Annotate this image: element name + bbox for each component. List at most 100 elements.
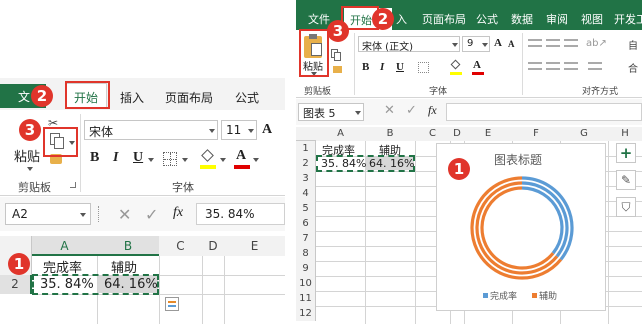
column-header-e[interactable]: E bbox=[464, 127, 512, 141]
row-header-2[interactable]: 2 bbox=[296, 156, 316, 171]
insert-function-icon[interactable]: fx bbox=[428, 103, 437, 118]
row-header-12[interactable]: 12 bbox=[296, 306, 316, 321]
tab-formulas[interactable]: 公式 bbox=[235, 89, 259, 106]
font-color-dropdown-icon[interactable] bbox=[253, 158, 259, 162]
borders-dropdown-icon[interactable] bbox=[182, 158, 188, 162]
row-header-1[interactable]: 1 bbox=[296, 141, 316, 156]
row-header-2[interactable]: 2 bbox=[0, 275, 32, 294]
borders-icon[interactable] bbox=[418, 62, 429, 73]
doughnut-segment-s2-1[interactable] bbox=[480, 186, 555, 270]
row-header-3[interactable]: 3 bbox=[296, 171, 316, 186]
fill-color-icon[interactable] bbox=[450, 59, 462, 76]
cancel-icon[interactable]: ✕ bbox=[118, 205, 131, 224]
font-size-select[interactable]: 9 bbox=[462, 36, 490, 52]
row-header-9[interactable]: 9 bbox=[296, 261, 316, 276]
name-box[interactable]: A2 bbox=[5, 203, 91, 225]
shrink-font-button[interactable]: A bbox=[508, 39, 515, 49]
tab-page-layout[interactable]: 页面布局 bbox=[165, 89, 213, 106]
file-tab[interactable]: 文件 bbox=[308, 11, 330, 27]
legend-marker-0 bbox=[483, 293, 488, 298]
clipboard-launcher-icon[interactable] bbox=[70, 182, 76, 188]
paste-button[interactable]: 粘贴 bbox=[14, 146, 40, 165]
enter-icon[interactable]: ✓ bbox=[406, 103, 417, 118]
column-header-b[interactable]: B bbox=[365, 127, 415, 141]
italic-button[interactable]: I bbox=[113, 150, 118, 166]
font-size-select[interactable]: 11 bbox=[221, 120, 257, 140]
tab-data[interactable]: 数据 bbox=[511, 11, 533, 27]
copy-icon[interactable] bbox=[331, 49, 343, 61]
column-header-a[interactable]: A bbox=[32, 236, 97, 256]
row-header-8[interactable]: 8 bbox=[296, 246, 316, 261]
font-name-select[interactable]: 宋体 (正文) bbox=[358, 36, 460, 53]
formula-input[interactable] bbox=[446, 103, 642, 121]
tab-page-layout[interactable]: 页面布局 bbox=[422, 11, 466, 27]
tab-view[interactable]: 视图 bbox=[581, 11, 603, 27]
underline-button[interactable]: U bbox=[396, 61, 404, 73]
column-label: D bbox=[453, 128, 461, 139]
align-left-icon[interactable] bbox=[528, 62, 542, 70]
formula-input-value: 35. 84% bbox=[205, 207, 255, 221]
column-header-h[interactable]: H bbox=[608, 127, 642, 141]
highlight-home-tab bbox=[65, 81, 110, 109]
row-header-11[interactable]: 11 bbox=[296, 291, 316, 306]
align-middle-icon[interactable] bbox=[546, 39, 560, 47]
column-header-f[interactable]: F bbox=[512, 127, 560, 141]
chart-elements-button[interactable]: + bbox=[616, 143, 636, 163]
font-color-button[interactable]: A bbox=[234, 148, 250, 170]
align-center-icon[interactable] bbox=[546, 62, 560, 70]
insert-function-icon[interactable]: fx bbox=[173, 205, 183, 221]
column-header-a[interactable]: A bbox=[316, 127, 365, 141]
underline-button[interactable]: U bbox=[133, 150, 143, 166]
formula-input[interactable]: 35. 84% bbox=[196, 203, 285, 225]
plus-icon: + bbox=[619, 144, 633, 162]
bold-button[interactable]: B bbox=[362, 61, 369, 73]
grow-font-button[interactable]: A bbox=[494, 37, 502, 49]
bold-button[interactable]: B bbox=[90, 150, 99, 166]
font-name-select[interactable]: 宋体 bbox=[84, 120, 218, 140]
column-header-e[interactable]: E bbox=[224, 236, 285, 256]
quick-analysis-icon[interactable] bbox=[165, 297, 179, 311]
legend[interactable]: 完成率 辅助 bbox=[477, 289, 587, 303]
align-right-icon[interactable] bbox=[564, 62, 578, 70]
fill-color-dropdown-icon[interactable] bbox=[220, 158, 226, 162]
font-color-button[interactable]: A bbox=[472, 59, 484, 76]
italic-button[interactable]: I bbox=[380, 61, 384, 73]
tab-formulas[interactable]: 公式 bbox=[476, 11, 498, 27]
borders-icon[interactable] bbox=[163, 152, 177, 166]
column-header-d[interactable]: D bbox=[202, 236, 224, 256]
enter-icon[interactable]: ✓ bbox=[145, 205, 158, 224]
column-header-c[interactable]: C bbox=[159, 236, 202, 256]
fill-color-icon[interactable] bbox=[200, 149, 216, 170]
row-header-4[interactable]: 4 bbox=[296, 186, 316, 201]
indent-icon[interactable] bbox=[588, 62, 602, 70]
chart-styles-button[interactable]: ✎ bbox=[616, 170, 636, 190]
name-box[interactable]: 图表 5 bbox=[298, 103, 364, 121]
column-header-g[interactable]: G bbox=[560, 127, 608, 141]
paste-dropdown-icon[interactable] bbox=[27, 167, 33, 171]
orientation-icon[interactable]: ab↗ bbox=[586, 38, 607, 49]
chart-filters-button[interactable]: ⛉ bbox=[616, 197, 636, 217]
callout-1: 1 bbox=[448, 158, 470, 180]
column-header-b[interactable]: B bbox=[97, 236, 159, 256]
column-header-c[interactable]: C bbox=[415, 127, 450, 141]
row-header-10[interactable]: 10 bbox=[296, 276, 316, 291]
grow-font-button[interactable]: A bbox=[262, 122, 272, 138]
merge-center-button[interactable]: 合 bbox=[628, 60, 638, 75]
row-header-7[interactable]: 7 bbox=[296, 231, 316, 246]
column-label: A bbox=[60, 239, 69, 253]
row-header-6[interactable]: 6 bbox=[296, 216, 316, 231]
wrap-text-button[interactable]: 自 bbox=[628, 37, 638, 52]
tab-review[interactable]: 审阅 bbox=[546, 11, 568, 27]
cancel-icon[interactable]: ✕ bbox=[384, 103, 395, 118]
tab-developer[interactable]: 开发工 bbox=[614, 11, 642, 27]
format-painter-icon[interactable] bbox=[333, 66, 342, 73]
column-label: C bbox=[176, 239, 185, 253]
tab-insert[interactable]: 插入 bbox=[120, 89, 144, 106]
column-header-d[interactable]: D bbox=[450, 127, 464, 141]
underline-dropdown-icon[interactable] bbox=[148, 158, 154, 162]
align-top-icon[interactable] bbox=[528, 39, 542, 47]
align-bottom-icon[interactable] bbox=[564, 39, 578, 47]
doughnut-segment-s0-1[interactable] bbox=[470, 176, 563, 280]
tab-insert[interactable]: 入 bbox=[396, 11, 407, 27]
row-header-5[interactable]: 5 bbox=[296, 201, 316, 216]
